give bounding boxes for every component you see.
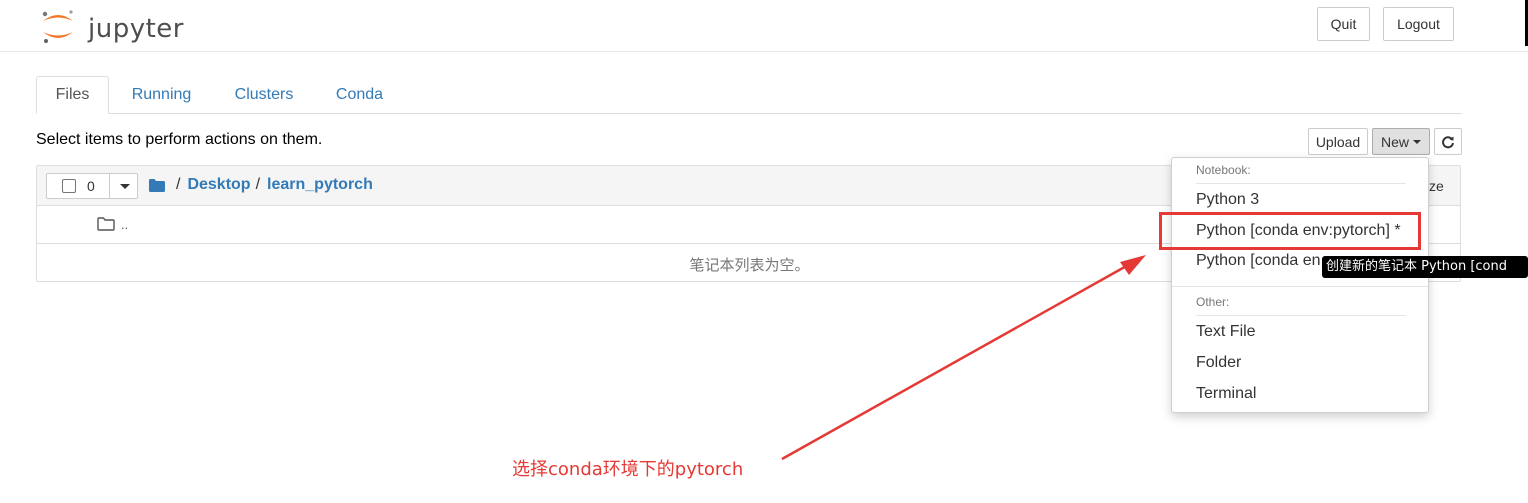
new-button-label: New — [1380, 133, 1409, 150]
jupyter-logo[interactable]: jupyter — [40, 8, 183, 44]
menu-divider — [1196, 183, 1406, 184]
select-menu-caret-icon[interactable] — [120, 184, 130, 189]
other-header: Other: — [1196, 295, 1230, 309]
breadcrumb-desktop[interactable]: Desktop — [187, 176, 250, 194]
upload-button[interactable]: Upload — [1308, 128, 1368, 155]
highlight-box — [1159, 212, 1421, 250]
selected-count: 0 — [87, 178, 95, 194]
menu-item-text-file[interactable]: Text File — [1196, 323, 1256, 341]
breadcrumb: / Desktop / learn_pytorch — [149, 176, 373, 194]
select-all-group: 0 — [46, 173, 138, 199]
divider — [109, 173, 110, 199]
main-tabs: Files Running Clusters Conda — [36, 76, 1462, 114]
refresh-icon — [1442, 135, 1454, 148]
select-all-checkbox[interactable] — [62, 179, 76, 193]
breadcrumb-learn-pytorch[interactable]: learn_pytorch — [267, 176, 373, 194]
partial-button-text: ze — [1429, 178, 1444, 194]
menu-divider — [1196, 315, 1406, 316]
folder-outline-icon — [97, 217, 115, 231]
menu-item-terminal[interactable]: Terminal — [1196, 385, 1256, 403]
annotation-text: 选择conda环境下的pytorch — [512, 459, 744, 480]
parent-dir-link[interactable]: .. — [121, 217, 128, 232]
tab-running[interactable]: Running — [123, 76, 200, 113]
menu-item-python3[interactable]: Python 3 — [1196, 191, 1259, 209]
tab-conda[interactable]: Conda — [328, 76, 391, 113]
logout-button[interactable]: Logout — [1383, 7, 1454, 41]
caret-down-icon — [1413, 139, 1421, 144]
breadcrumb-separator: / — [255, 176, 261, 193]
notebook-header: Notebook: — [1196, 163, 1251, 177]
menu-item-python-conda-env[interactable]: Python [conda en — [1196, 252, 1321, 270]
tab-clusters[interactable]: Clusters — [226, 76, 302, 113]
menu-divider — [1172, 286, 1428, 287]
select-message: Select items to perform actions on them. — [36, 131, 323, 148]
breadcrumb-separator: / — [176, 176, 181, 193]
tab-files[interactable]: Files — [36, 76, 109, 114]
app-name: jupyter — [88, 14, 184, 44]
refresh-button[interactable] — [1434, 128, 1462, 155]
quit-button[interactable]: Quit — [1317, 7, 1370, 41]
top-header: jupyter Quit Logout — [0, 0, 1528, 52]
folder-icon[interactable] — [149, 178, 165, 192]
new-dropdown-menu: Notebook: Python 3 Python [conda env:pyt… — [1171, 157, 1429, 413]
jupyter-logo-icon — [42, 10, 73, 43]
menu-item-folder[interactable]: Folder — [1196, 354, 1241, 372]
tooltip: 创建新的笔记本 Python [cond — [1322, 256, 1528, 278]
new-dropdown-button[interactable]: New — [1372, 128, 1430, 155]
